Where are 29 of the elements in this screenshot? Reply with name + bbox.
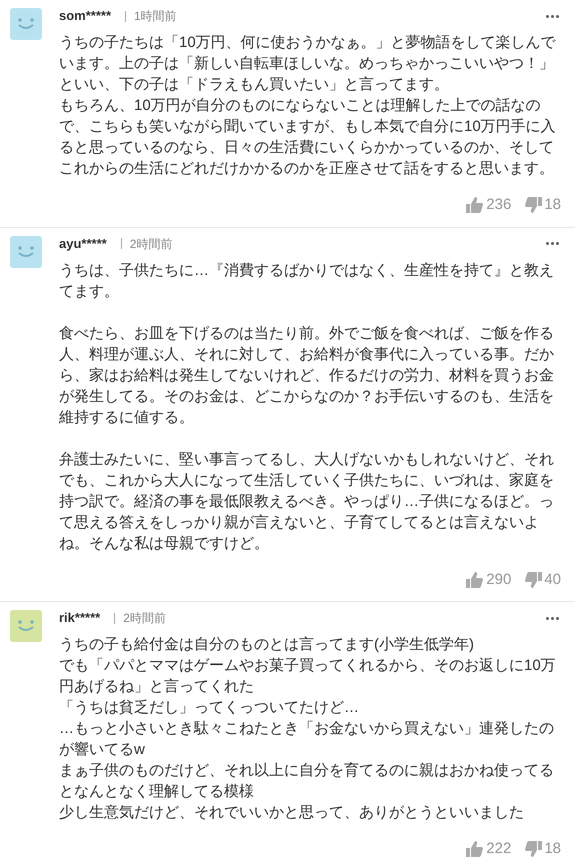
dislike-button[interactable]: 40 (525, 568, 561, 591)
thumbs-down-icon (525, 197, 542, 214)
comment-text: もちろん、10万円が自分のものにならないことは理解した上での話なので、こちらも笑いながら聞いていますが、もし本気で自分に10万円手に入ると思っているのなら、日々の生活費にいくらかかっているのか、そしてこれからの生活にどれだけかかるのかを正座させて話をすると思います。 (59, 96, 557, 179)
post-time: 2時間前 (123, 610, 166, 627)
comment-text: 弁護士みたいに、堅い事言ってるし、大人げないかもしれないけど、それでも、これから大人になって生活していく子供たちに、いづれは、家庭を持つ訳で。経済の事を最低限教えるべき。やっぱり…子供になるほど。って思える答えをしっかり親が言えないと、子育てしてるとは言えないよね。そんな私は母親ですけど。 (59, 450, 555, 554)
like-button[interactable]: 222 (466, 838, 512, 860)
username[interactable]: rik***** (59, 608, 100, 628)
comment-text: うちの子も給付金は自分のものとは言ってます(小学生低学年) (59, 635, 475, 655)
dislike-button[interactable]: 18 (525, 194, 561, 216)
thumbs-down-icon (525, 572, 542, 588)
comment-text: うちの子たちは「10万円、何に使おうかなぁ。」と夢物語をして楽しんでいます。上の子は「新しい自転車ほしいな。めっちゃかっこいいやつ！」といい、下の子は「ドラえもん買いたい」と言ってます。 (59, 33, 557, 95)
thumbs-up-icon (466, 572, 484, 588)
comment-text: 少し生意気だけど、それでいいかと思って、ありがとうといいました (59, 803, 525, 823)
comment-text: でも「パパとママはゲームやお菓子買ってくれるから、そのお返しに10万円あげるね」と言ってくれた (59, 656, 557, 697)
comment-text: …もっと小さいとき駄々こねたとき「お金ないから買えない」連発したのが響いてるw (59, 719, 555, 760)
post-time: 1時間前 (134, 8, 177, 25)
thumbs-down-icon (525, 841, 542, 858)
like-button[interactable]: 290 (466, 568, 512, 591)
thumbs-up-icon (466, 841, 484, 858)
like-button[interactable]: 236 (466, 194, 512, 216)
dislike-button[interactable]: 18 (525, 838, 561, 860)
username[interactable]: som***** (59, 6, 112, 26)
post-time: 2時間前 (130, 236, 172, 252)
thumbs-up-icon (466, 197, 484, 214)
username[interactable]: ayu***** (59, 234, 107, 254)
comment-text: 食べたら、お皿を下げるのは当たり前。外でご飯を食べれば、ご飯を作る人、料理が運ぶ人、それに対して、お給料が食事代に入っている事。だから、家はお給料は発生してないけれど、作るだけの労力、材料を買うお金が発生してる。そのお金は、どこからなのか？お手伝いするのも、生活を維持するに値する。 (59, 324, 555, 428)
comment-text: 「うちは貧乏だし」ってくっついてたけど… (59, 698, 360, 718)
comment-text: うちは、子供たちに…『消費するばかりではなく、生産性を持て』と教えてます。 (59, 260, 555, 302)
comment-text: まぁ子供のものだけど、それ以上に自分を育てるのに親はおかね使ってるとなんとなく理解してる模様 (59, 761, 555, 802)
